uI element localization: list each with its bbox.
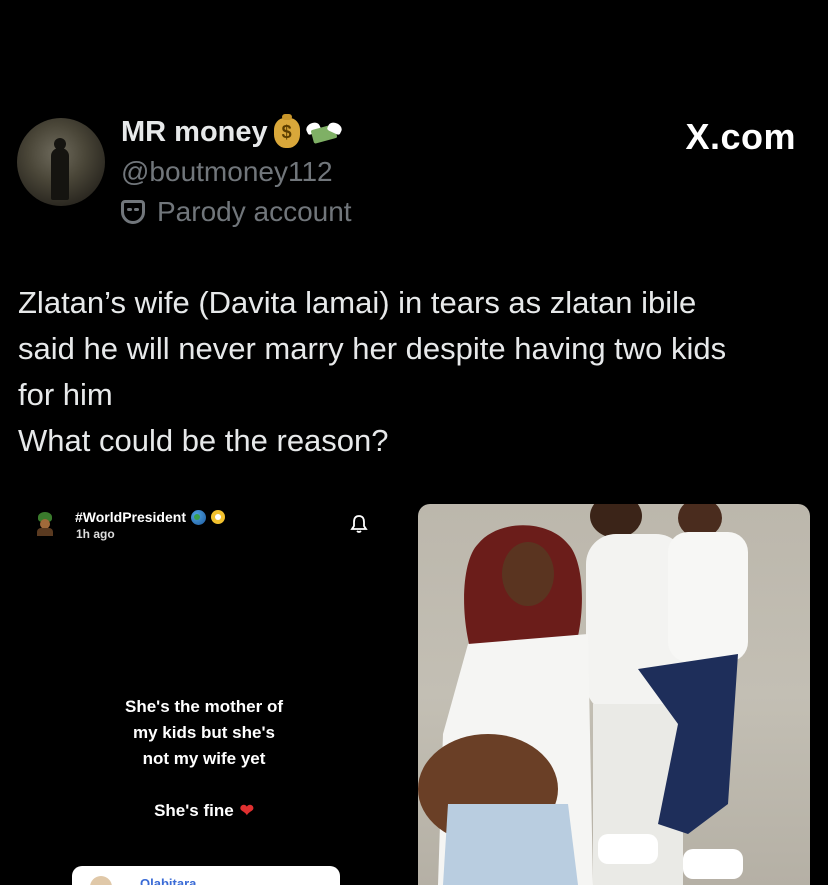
story-line: my kids but she's xyxy=(133,723,275,742)
display-name-text: MR money xyxy=(121,116,268,148)
reply-card[interactable]: Olabitara xyxy=(72,866,340,885)
tweet-line: said he will never marry her despite hav… xyxy=(18,331,727,366)
family-photo[interactable] xyxy=(418,504,810,885)
story-fine: She's fine ❤ xyxy=(0,798,408,824)
story-screenshot-media[interactable]: #WorldPresident 1h ago xyxy=(0,498,408,885)
reply-name: Olabitara xyxy=(140,876,197,885)
money-with-wings-icon xyxy=(304,119,344,147)
story-author-name: #WorldPresident xyxy=(75,509,186,525)
story-fine-text: She's fine xyxy=(154,801,234,820)
story-time: 1h ago xyxy=(76,527,115,541)
tweet-line: Zlatan’s wife (Davita lamai) in tears as… xyxy=(18,285,697,320)
reply-avatar xyxy=(90,876,112,885)
story-avatar xyxy=(34,512,56,536)
badge-icon xyxy=(211,510,225,524)
parody-label-text: Parody account xyxy=(157,196,352,227)
money-bag-icon: $ xyxy=(273,113,300,148)
heart-icon: ❤ xyxy=(239,801,254,820)
tweet-line: What could be the reason? xyxy=(18,423,389,458)
family-photo-illustration xyxy=(418,504,748,885)
story-caption: She's the mother of my kids but she's no… xyxy=(0,694,408,824)
user-handle[interactable]: @boutmoney112 xyxy=(121,156,333,188)
display-name[interactable]: MR money $ xyxy=(121,113,344,149)
story-line: She's the mother of xyxy=(124,697,283,716)
tweet-line: for him xyxy=(18,377,113,412)
story-line: not my wife yet xyxy=(142,749,266,768)
story-author: #WorldPresident xyxy=(75,509,225,525)
x-watermark: X.com xyxy=(685,116,796,157)
avatar-silhouette-body xyxy=(51,148,69,200)
profile-avatar[interactable] xyxy=(17,118,105,206)
tweet-text: Zlatan’s wife (Davita lamai) in tears as… xyxy=(18,280,818,464)
parody-label: Parody account xyxy=(121,196,352,228)
mask-icon xyxy=(121,200,145,224)
bell-icon xyxy=(349,514,369,534)
globe-icon xyxy=(191,509,206,525)
